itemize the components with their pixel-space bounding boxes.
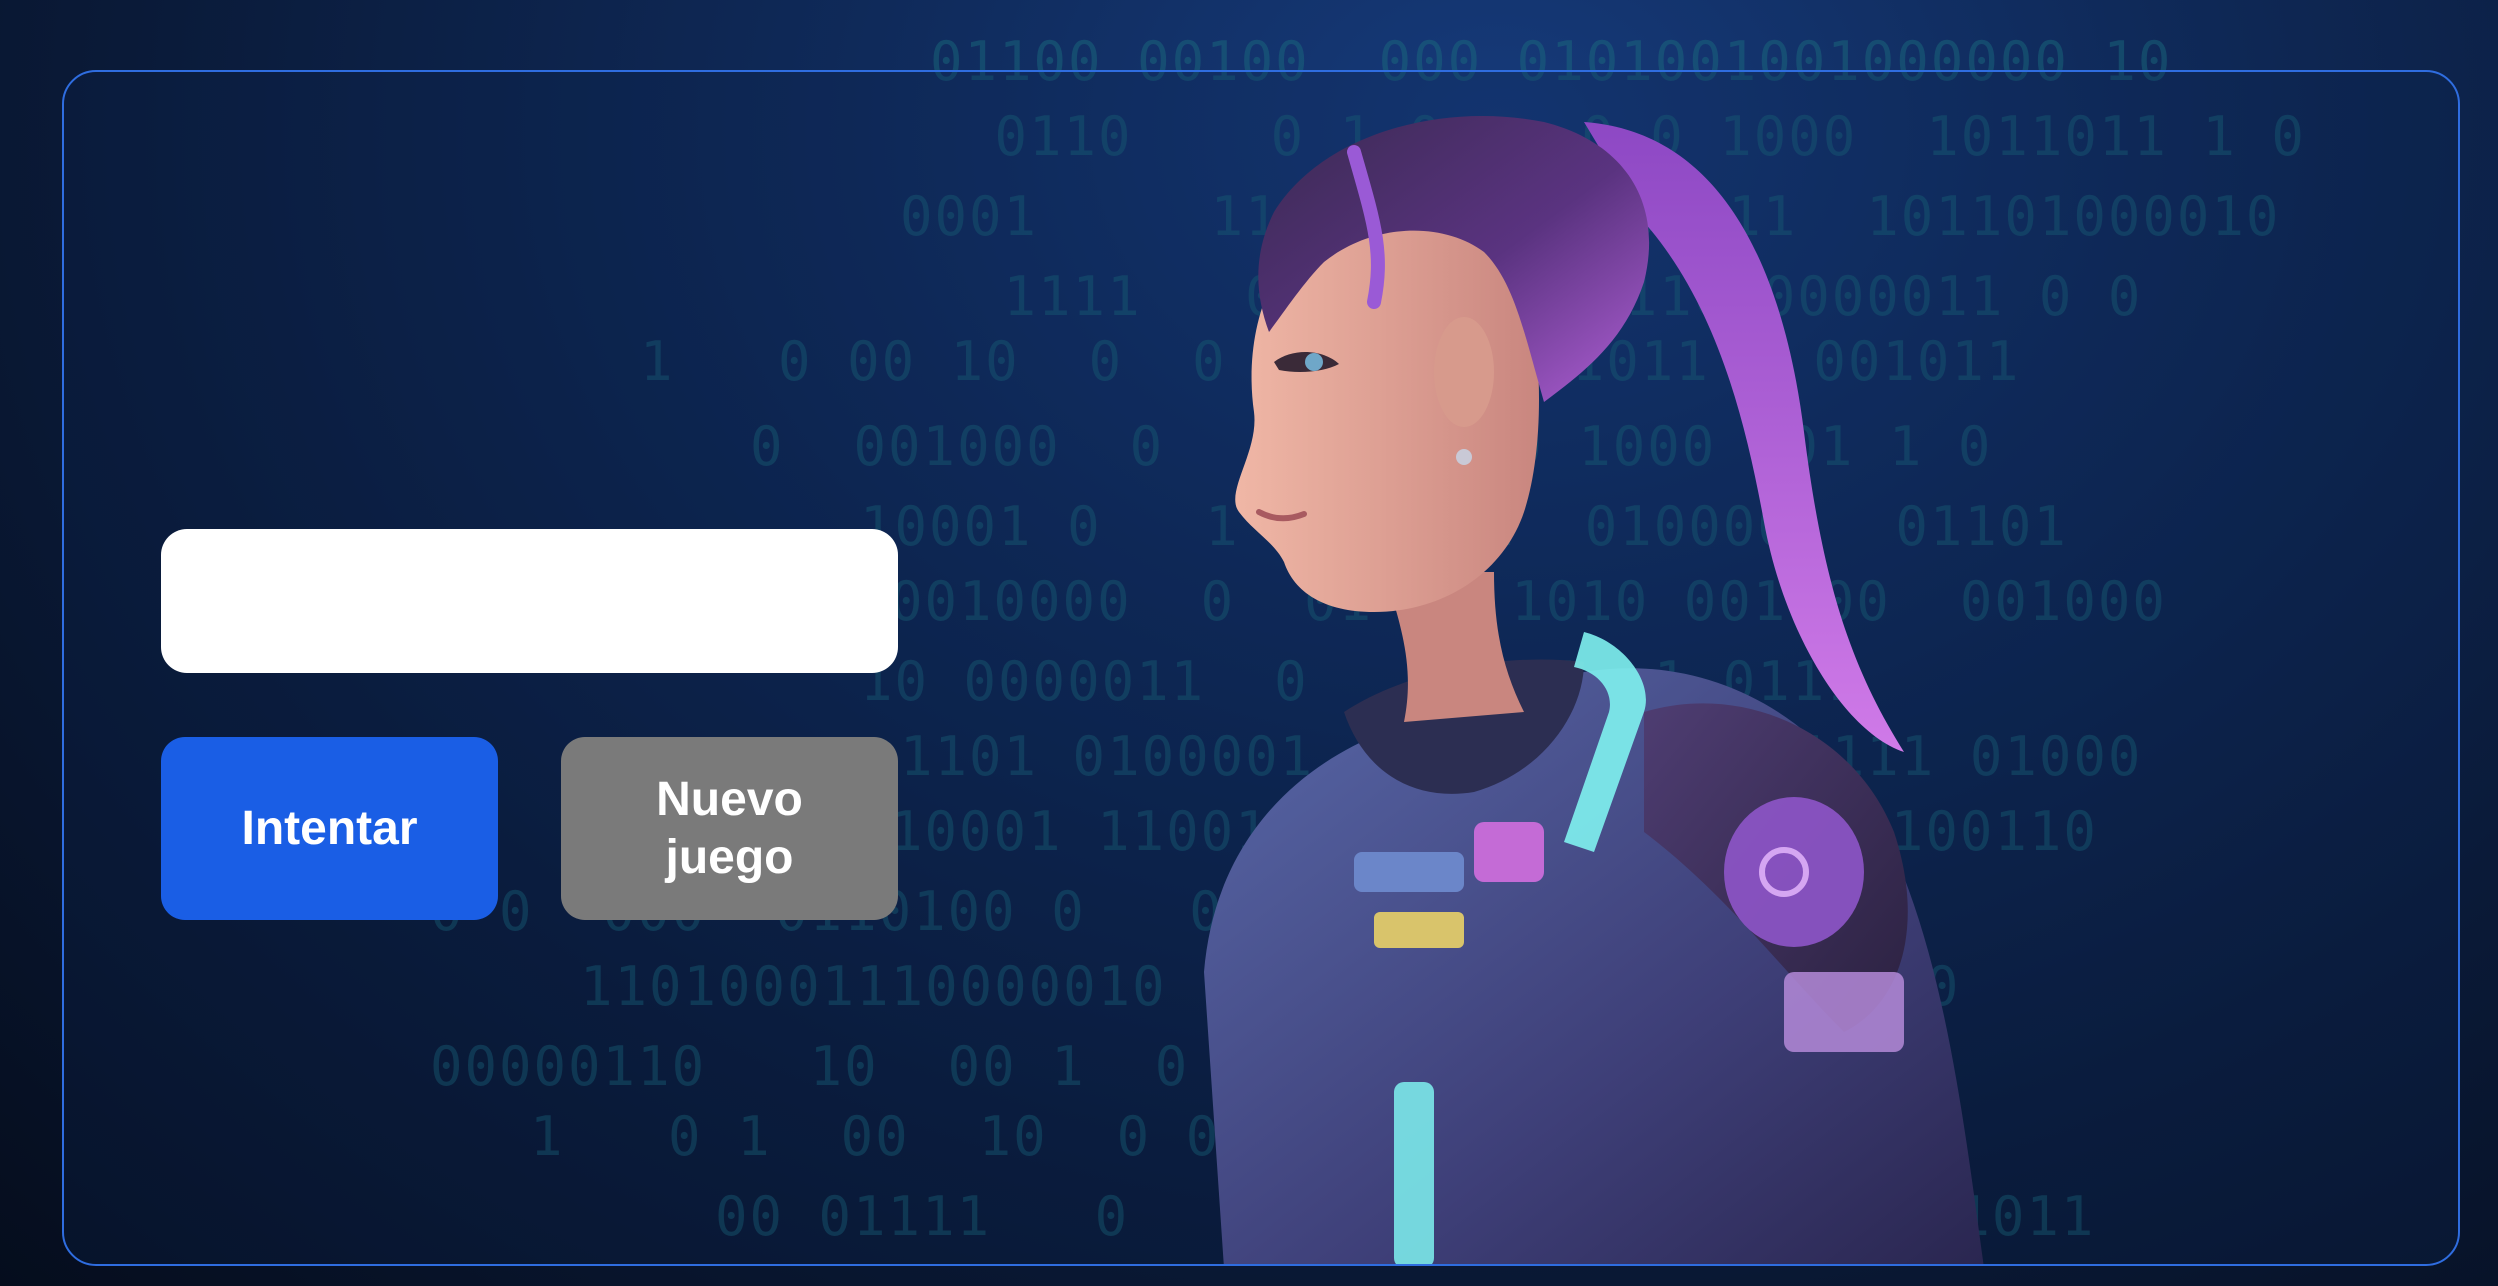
- guess-input[interactable]: [161, 529, 898, 673]
- try-button-label: Intentar: [241, 801, 418, 855]
- try-button[interactable]: Intentar: [161, 737, 498, 920]
- new-game-button[interactable]: Nuevo juego: [561, 737, 898, 920]
- new-game-button-label: Nuevo juego: [656, 772, 803, 884]
- game-panel: Intentar Nuevo juego: [62, 70, 2460, 1266]
- cyberpunk-character-illustration: [1204, 116, 1984, 1264]
